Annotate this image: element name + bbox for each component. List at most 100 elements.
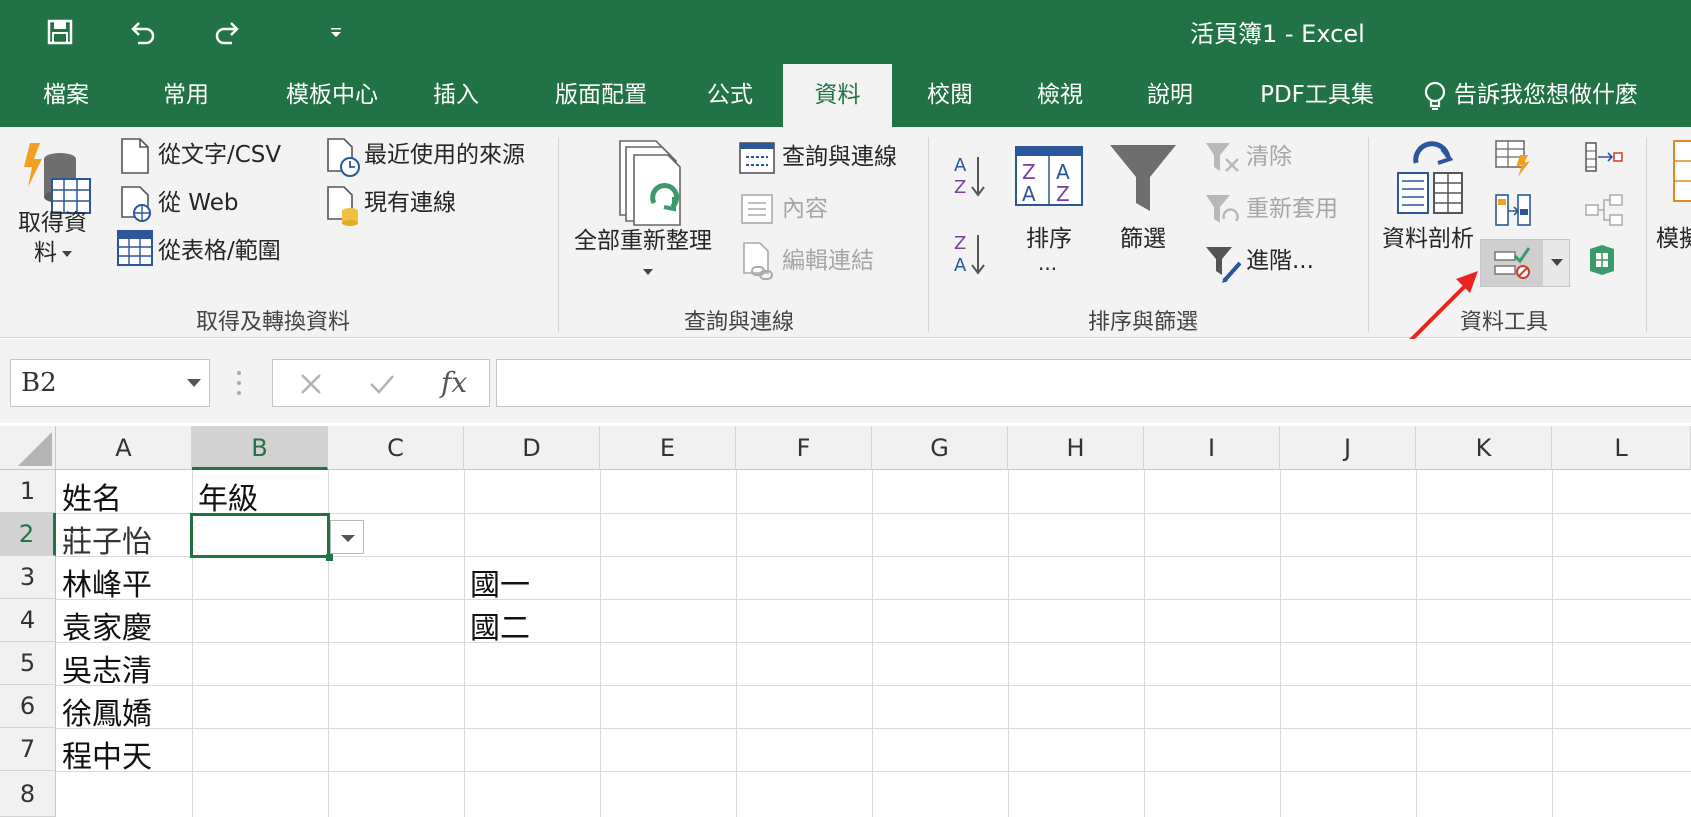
cell-a4[interactable]: 袁家慶	[62, 603, 152, 647]
cell-a3[interactable]: 林峰平	[62, 560, 152, 604]
formula-input[interactable]	[496, 359, 1691, 407]
edit-links-button[interactable]: 編輯連結	[782, 241, 874, 275]
tab-formulas[interactable]: 公式	[690, 64, 770, 127]
filter-button[interactable]: 篩選	[1120, 219, 1166, 253]
existing-connections-icon	[326, 185, 362, 231]
column-header-k[interactable]: K	[1416, 426, 1552, 470]
svg-text:Z: Z	[1056, 182, 1070, 206]
column-header-h[interactable]: H	[1008, 426, 1144, 470]
name-box-value: B2	[21, 368, 57, 398]
from-web-button[interactable]: 從 Web	[158, 183, 238, 217]
column-header-d[interactable]: D	[464, 426, 600, 470]
text-file-icon	[120, 137, 150, 179]
redo-icon[interactable]	[208, 14, 248, 50]
cell-a2[interactable]: 莊子怡	[62, 517, 152, 561]
remove-duplicates-icon[interactable]	[1494, 193, 1532, 231]
sort-z-to-a-icon[interactable]: ZA	[952, 231, 988, 281]
chevron-down-icon[interactable]	[187, 378, 201, 388]
flash-fill-icon[interactable]	[1494, 139, 1532, 181]
tell-me-box[interactable]: 告訴我您想做什麼	[1418, 64, 1658, 127]
select-all-button[interactable]	[0, 426, 56, 470]
column-header-f[interactable]: F	[736, 426, 872, 470]
recent-sources-button[interactable]: 最近使用的來源	[364, 135, 525, 169]
column-header-b[interactable]: B	[192, 426, 328, 470]
what-if-icon[interactable]	[1672, 137, 1691, 221]
tab-insert[interactable]: 插入	[420, 64, 492, 127]
cell-a5[interactable]: 吳志清	[62, 646, 152, 690]
insert-function-button[interactable]: fx	[441, 366, 467, 399]
cell-b1[interactable]: 年級	[198, 474, 258, 518]
get-data-label-1[interactable]: 取得資	[18, 203, 87, 237]
undo-icon[interactable]	[122, 14, 162, 50]
tab-page-layout[interactable]: 版面配置	[536, 64, 666, 127]
row-header-4[interactable]: 4	[0, 599, 56, 642]
column-header-j[interactable]: J	[1280, 426, 1416, 470]
column-header-g[interactable]: G	[872, 426, 1008, 470]
active-cell-b2[interactable]	[190, 513, 330, 558]
sort-a-to-z-icon[interactable]: AZ	[952, 153, 988, 203]
fill-handle[interactable]	[326, 554, 333, 561]
sort-button[interactable]: 排序	[1026, 219, 1072, 253]
column-header-a[interactable]: A	[56, 426, 192, 470]
row-header-3[interactable]: 3	[0, 556, 56, 599]
cell-a6[interactable]: 徐鳳嬌	[62, 689, 152, 733]
filter-icon[interactable]	[1108, 141, 1178, 217]
cell-a1[interactable]: 姓名	[62, 474, 122, 518]
row-header-8[interactable]: 8	[0, 771, 56, 817]
sort-icon[interactable]: ZAAZ	[1014, 145, 1084, 211]
tab-data[interactable]: 資料	[783, 64, 892, 127]
enter-icon[interactable]	[369, 372, 395, 396]
relationships-icon[interactable]	[1584, 193, 1624, 231]
properties-button[interactable]: 內容	[782, 189, 828, 223]
row-header-2[interactable]: 2	[0, 513, 56, 556]
tab-view[interactable]: 檢視	[1020, 64, 1100, 127]
column-header-c[interactable]: C	[328, 426, 464, 470]
select-all-triangle-icon	[18, 432, 52, 466]
data-model-icon[interactable]	[1586, 243, 1618, 281]
column-header-l[interactable]: L	[1552, 426, 1691, 470]
cancel-icon[interactable]	[299, 372, 323, 396]
worksheet-grid[interactable]: A B C D E F G H I J K L 1 2 3 4 5 6 7 8	[0, 426, 1691, 817]
svg-text:A: A	[1022, 182, 1036, 206]
tab-home[interactable]: 常用	[138, 64, 234, 127]
data-validation-button[interactable]	[1480, 239, 1570, 287]
gridline	[56, 728, 1691, 729]
consolidate-icon[interactable]	[1584, 141, 1624, 179]
advanced-button[interactable]: 進階...	[1246, 241, 1314, 275]
cell-d4[interactable]: 國二	[470, 603, 530, 647]
refresh-all-icon[interactable]	[612, 139, 692, 233]
column-header-e[interactable]: E	[600, 426, 736, 470]
row-header-5[interactable]: 5	[0, 642, 56, 685]
row-header-1[interactable]: 1	[0, 470, 56, 513]
from-text-csv-button[interactable]: 從文字/CSV	[158, 135, 281, 169]
cell-d3[interactable]: 國一	[470, 560, 530, 604]
svg-text:A: A	[954, 255, 967, 276]
queries-connections-button[interactable]: 查詢與連線	[782, 137, 897, 171]
queries-connections-icon	[738, 141, 776, 179]
tab-pdf-tools[interactable]: PDF工具集	[1250, 64, 1384, 127]
customize-qat-icon[interactable]	[318, 14, 354, 50]
get-data-label-2[interactable]: 料	[34, 233, 57, 267]
tab-file[interactable]: 檔案	[20, 64, 112, 127]
what-if-analysis-button[interactable]: 模擬	[1656, 219, 1691, 253]
tab-template-center[interactable]: 模板中心	[264, 64, 400, 127]
tab-help[interactable]: 說明	[1130, 64, 1210, 127]
validation-dropdown-button[interactable]	[330, 520, 364, 554]
text-to-columns-icon[interactable]	[1394, 137, 1466, 221]
grip-dots-icon[interactable]	[236, 369, 242, 397]
reapply-button[interactable]: 重新套用	[1246, 189, 1338, 223]
cell-a7[interactable]: 程中天	[62, 732, 152, 776]
row-header-6[interactable]: 6	[0, 685, 56, 728]
refresh-all-button[interactable]: 全部重新整理	[574, 221, 712, 255]
name-box[interactable]: B2	[10, 359, 210, 407]
row-header-7[interactable]: 7	[0, 728, 56, 771]
column-header-i[interactable]: I	[1144, 426, 1280, 470]
save-icon[interactable]	[40, 14, 80, 50]
text-to-columns-button[interactable]: 資料剖析	[1382, 219, 1474, 253]
formula-buttons: fx	[272, 359, 490, 407]
tab-review[interactable]: 校閱	[910, 64, 990, 127]
recent-sources-icon	[326, 137, 362, 183]
clear-button[interactable]: 清除	[1246, 137, 1292, 171]
from-table-range-button[interactable]: 從表格/範圍	[158, 231, 281, 265]
existing-connections-button[interactable]: 現有連線	[364, 183, 456, 217]
